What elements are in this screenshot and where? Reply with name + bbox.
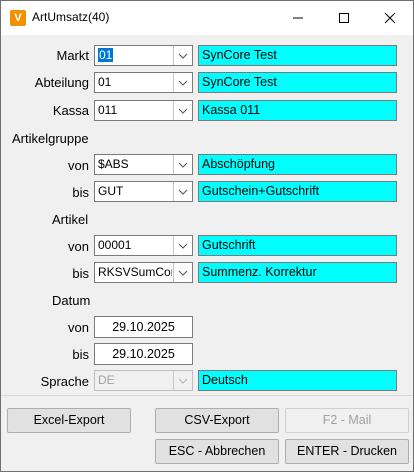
datum-von-input[interactable]: 29.10.2025	[94, 316, 193, 338]
close-button[interactable]	[367, 1, 413, 35]
sprache-info: Deutsch	[198, 370, 397, 391]
artikel-von-combo[interactable]: 00001	[94, 235, 193, 256]
maximize-icon	[339, 13, 349, 23]
app-logo-icon: V	[10, 10, 26, 26]
sprache-label: Sprache	[40, 374, 89, 389]
artikelgruppe-von-label: von	[68, 158, 89, 173]
chevron-down-icon[interactable]	[173, 46, 192, 65]
minimize-button[interactable]	[275, 1, 321, 35]
chevron-down-icon[interactable]	[173, 73, 192, 92]
artikel-bis-value: RKSVSumCor	[98, 265, 172, 279]
artikelgruppe-bis-combo[interactable]: GUT	[94, 181, 193, 202]
chevron-down-icon[interactable]	[173, 263, 192, 282]
datum-von-label: von	[68, 320, 89, 335]
csv-export-button[interactable]: CSV-Export	[155, 408, 279, 433]
app-window: V ArtUmsatz(40) Markt 01 SynCore Test Ab…	[0, 0, 414, 472]
chevron-down-icon[interactable]	[173, 236, 192, 255]
markt-label: Markt	[56, 48, 90, 63]
artikelgruppe-von-value: $ABS	[98, 157, 129, 171]
markt-info: SynCore Test	[198, 45, 397, 66]
mail-button[interactable]: F2 - Mail	[285, 408, 409, 433]
datum-heading: Datum	[52, 293, 91, 308]
artikel-von-value: 00001	[98, 238, 132, 252]
artikelgruppe-bis-value: GUT	[98, 184, 124, 198]
artikelgruppe-von-info: Abschöpfung	[198, 154, 397, 175]
excel-export-button[interactable]: Excel-Export	[7, 408, 131, 433]
artikel-heading: Artikel	[52, 212, 89, 227]
abteilung-value: 01	[98, 75, 112, 89]
datum-bis-label: bis	[72, 347, 89, 362]
window-title: ArtUmsatz(40)	[32, 10, 110, 24]
chevron-down-icon[interactable]	[173, 101, 192, 120]
title-bar[interactable]: V ArtUmsatz(40)	[1, 1, 413, 35]
chevron-down-icon[interactable]	[173, 182, 192, 201]
artikelgruppe-bis-label: bis	[72, 185, 89, 200]
datum-bis-input[interactable]: 29.10.2025	[94, 343, 193, 365]
kassa-combo[interactable]: 011	[94, 100, 193, 121]
abteilung-label: Abteilung	[34, 75, 89, 90]
print-button[interactable]: ENTER - Drucken	[285, 439, 409, 464]
minimize-icon	[293, 17, 303, 19]
cancel-button[interactable]: ESC - Abbrechen	[155, 439, 279, 464]
markt-value: 01	[98, 48, 114, 62]
sprache-value: DE	[98, 373, 115, 387]
abteilung-combo[interactable]: 01	[94, 72, 193, 93]
divider	[1, 395, 413, 396]
markt-combo[interactable]: 01	[94, 45, 193, 66]
close-icon	[384, 12, 396, 24]
kassa-label: Kassa	[52, 103, 89, 118]
kassa-value: 011	[98, 103, 118, 117]
artikel-bis-label: bis	[72, 266, 89, 281]
abteilung-info: SynCore Test	[198, 72, 397, 93]
artikelgruppe-von-combo[interactable]: $ABS	[94, 154, 193, 175]
chevron-down-icon	[173, 371, 192, 390]
artikelgruppe-heading: Artikelgruppe	[12, 131, 89, 146]
maximize-button[interactable]	[321, 1, 367, 35]
artikel-von-label: von	[68, 239, 89, 254]
kassa-info: Kassa 011	[198, 100, 397, 121]
artikel-bis-combo[interactable]: RKSVSumCor	[94, 262, 193, 283]
chevron-down-icon[interactable]	[173, 155, 192, 174]
sprache-combo: DE	[94, 370, 193, 391]
artikel-von-info: Gutschrift	[198, 235, 397, 256]
artikel-bis-info: Summenz. Korrektur	[198, 262, 397, 283]
artikelgruppe-bis-info: Gutschein+Gutschrift	[198, 181, 397, 202]
